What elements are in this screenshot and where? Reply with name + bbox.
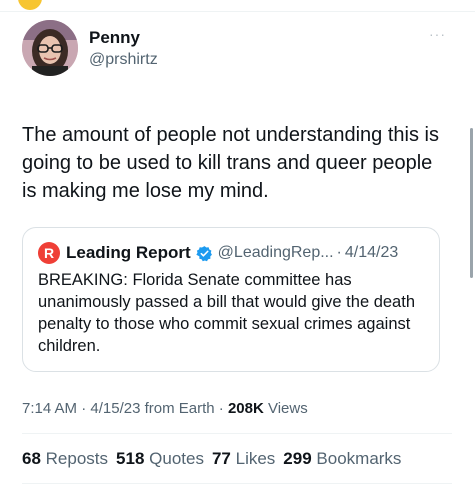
tweet-header: Penny @prshirtz ··· [22, 20, 452, 78]
display-name[interactable]: Penny [89, 28, 158, 48]
author-info: Penny @prshirtz [89, 28, 158, 70]
more-options-icon[interactable]: ··· [429, 26, 446, 42]
stat-label: Reposts [45, 448, 109, 468]
user-handle[interactable]: @prshirtz [89, 50, 158, 70]
stat-count: 68 [22, 448, 41, 468]
quotes-stat[interactable]: 518 Quotes [116, 449, 204, 469]
likes-stat[interactable]: 77 Likes [212, 449, 275, 469]
stat-count: 518 [116, 448, 145, 468]
quoted-tweet[interactable]: R Leading Report @LeadingRep... · 4/14/2… [22, 227, 440, 372]
avatar-image [22, 20, 78, 76]
quoted-handle: @LeadingRep... [217, 244, 334, 261]
tweet: Penny @prshirtz ··· The amount of people… [22, 20, 452, 484]
timestamp-date[interactable]: 4/15/23 [90, 400, 140, 417]
stat-label: Quotes [149, 448, 204, 468]
quoted-tweet-header: R Leading Report @LeadingRep... · 4/14/2… [38, 241, 425, 265]
meta-separator: · [77, 400, 91, 417]
divider [22, 483, 452, 484]
quoted-display-name: Leading Report [66, 243, 191, 262]
stat-count: 77 [211, 448, 231, 468]
views-label: Views [263, 400, 308, 417]
top-strip [0, 0, 475, 12]
leading-report-logo-icon: R [38, 242, 60, 264]
quoted-date: 4/14/23 [344, 244, 399, 261]
partial-emoji-icon [18, 0, 42, 10]
quoted-tweet-text: BREAKING: Florida Senate committee has u… [38, 271, 415, 355]
source-label: from Earth [140, 400, 215, 417]
verified-badge-icon [196, 245, 212, 261]
meta-separator: · [214, 400, 228, 417]
separator-dot: · [336, 244, 342, 261]
engagement-stats: 68 Reposts 518 Quotes 77 Likes 299 Bookm… [22, 434, 452, 483]
stat-label: Bookmarks [316, 448, 402, 468]
avatar[interactable] [22, 20, 78, 76]
tweet-meta: 7:14 AM · 4/15/23 from Earth · 208K View… [22, 399, 452, 419]
reposts-stat[interactable]: 68 Reposts [22, 449, 108, 469]
stat-label: Likes [235, 448, 276, 468]
scrollbar[interactable] [470, 128, 473, 278]
views-count: 208K [227, 400, 264, 417]
tweet-text: The amount of people not understanding t… [22, 124, 439, 202]
timestamp-time[interactable]: 7:14 AM [22, 400, 77, 417]
stat-count: 299 [283, 448, 312, 468]
bookmarks-stat[interactable]: 299 Bookmarks [283, 449, 401, 469]
